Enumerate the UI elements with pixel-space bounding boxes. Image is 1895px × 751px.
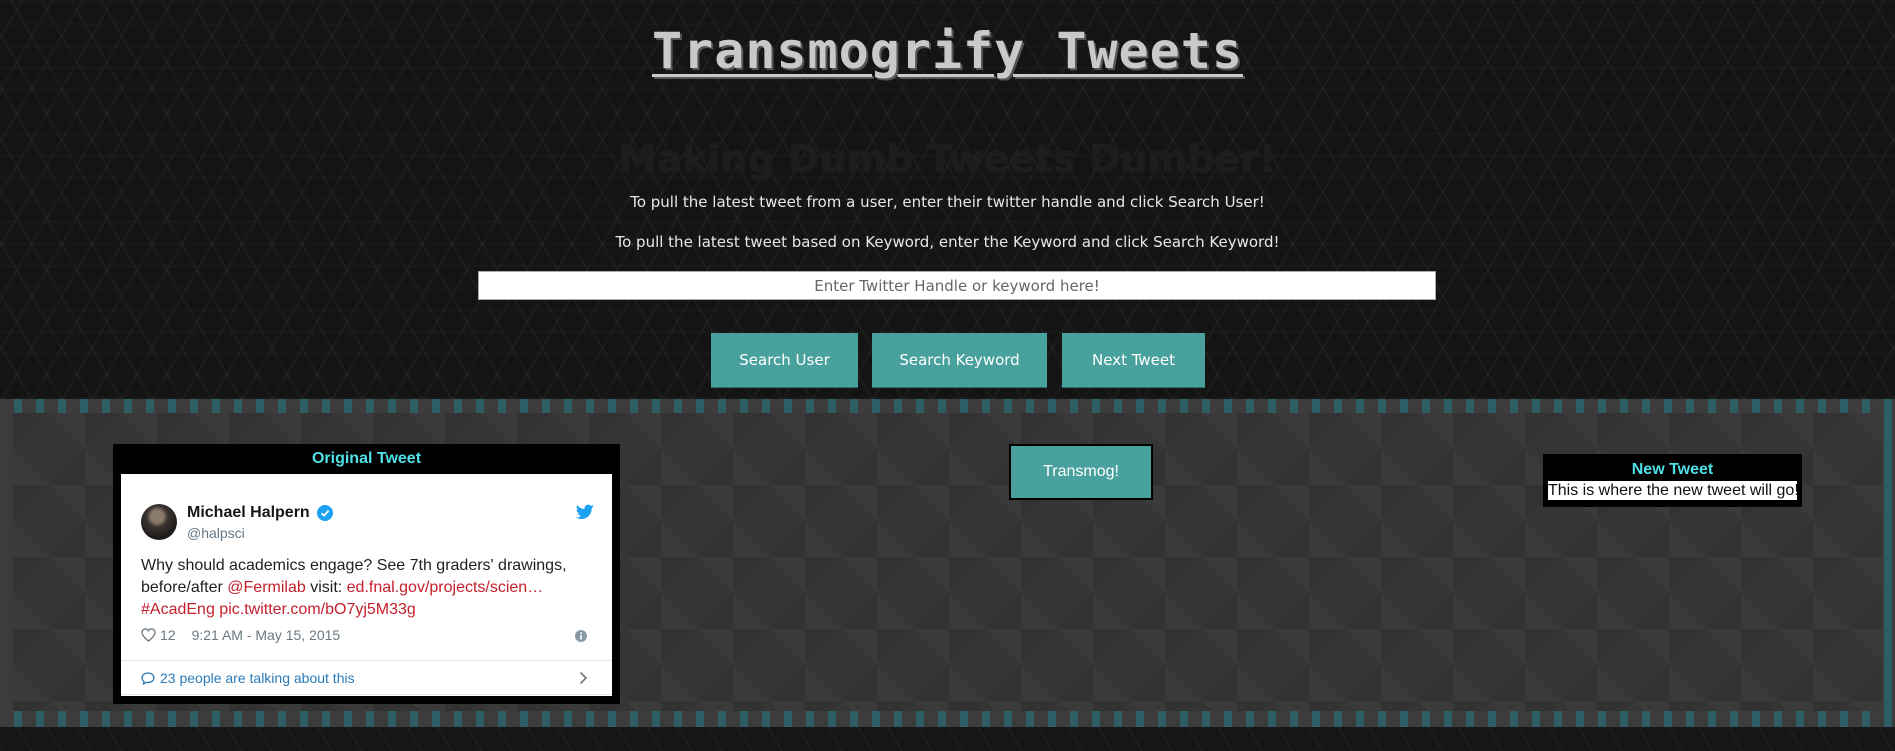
search-keyword-button[interactable]: Search Keyword	[872, 333, 1047, 387]
embedded-tweet-card: Michael Halpern @halpsci Why should acad…	[121, 474, 612, 696]
tweet-timestamp[interactable]: 9:21 AM - May 15, 2015	[192, 627, 341, 643]
like-count[interactable]: 12	[160, 627, 176, 643]
chevron-right-icon[interactable]	[579, 671, 588, 685]
search-input[interactable]	[478, 271, 1436, 300]
instruction-user: To pull the latest tweet from a user, en…	[630, 193, 1265, 211]
tweet-url-link[interactable]: ed.fnal.gov/projects/scien…	[347, 579, 544, 596]
transmog-button[interactable]: Transmog!	[1009, 444, 1153, 500]
tweet-hashtag-link[interactable]: #AcadEng	[141, 601, 215, 618]
avatar[interactable]	[141, 504, 177, 540]
footer-strip	[0, 727, 1895, 751]
new-tweet-panel: New Tweet This is where the new tweet wi…	[1543, 454, 1802, 507]
divider	[121, 694, 612, 695]
search-user-button[interactable]: Search User	[711, 333, 858, 387]
verified-icon	[317, 505, 333, 521]
new-tweet-text: This is where the new tweet will go!	[1548, 481, 1797, 500]
talking-count-text: 23 people are talking about this	[160, 670, 355, 686]
twitter-icon[interactable]	[576, 504, 594, 520]
original-tweet-panel: Original Tweet Michael Halpern @halpsci …	[113, 444, 620, 704]
tweet-text: Why should academics engage? See 7th gra…	[141, 555, 591, 621]
info-icon[interactable]	[575, 630, 587, 642]
new-tweet-heading: New Tweet	[1631, 461, 1714, 478]
tweet-author-name[interactable]: Michael Halpern	[187, 504, 310, 522]
conversation-link[interactable]: 23 people are talking about this	[141, 670, 355, 686]
tweet-meta: 12 9:21 AM - May 15, 2015	[141, 627, 340, 643]
speech-bubble-icon	[141, 671, 155, 685]
page-subtitle: Making Dumb Tweets Dumber!	[618, 137, 1277, 181]
tweet-media-link[interactable]: pic.twitter.com/bO7yj5M33g	[219, 601, 416, 618]
site-title[interactable]: Transmogrify Tweets	[0, 22, 1895, 80]
instruction-keyword: To pull the latest tweet based on Keywor…	[615, 233, 1280, 251]
divider	[121, 660, 612, 661]
hero-section: Transmogrify Tweets Making Dumb Tweets D…	[0, 0, 1895, 399]
tweet-author-handle[interactable]: @halpsci	[187, 525, 245, 541]
heart-icon[interactable]	[141, 628, 156, 642]
next-tweet-button[interactable]: Next Tweet	[1062, 333, 1205, 387]
original-tweet-heading: Original Tweet	[311, 450, 422, 467]
tweet-text-part2: visit:	[305, 579, 347, 596]
tweet-mention-link[interactable]: @Fermilab	[227, 579, 305, 596]
